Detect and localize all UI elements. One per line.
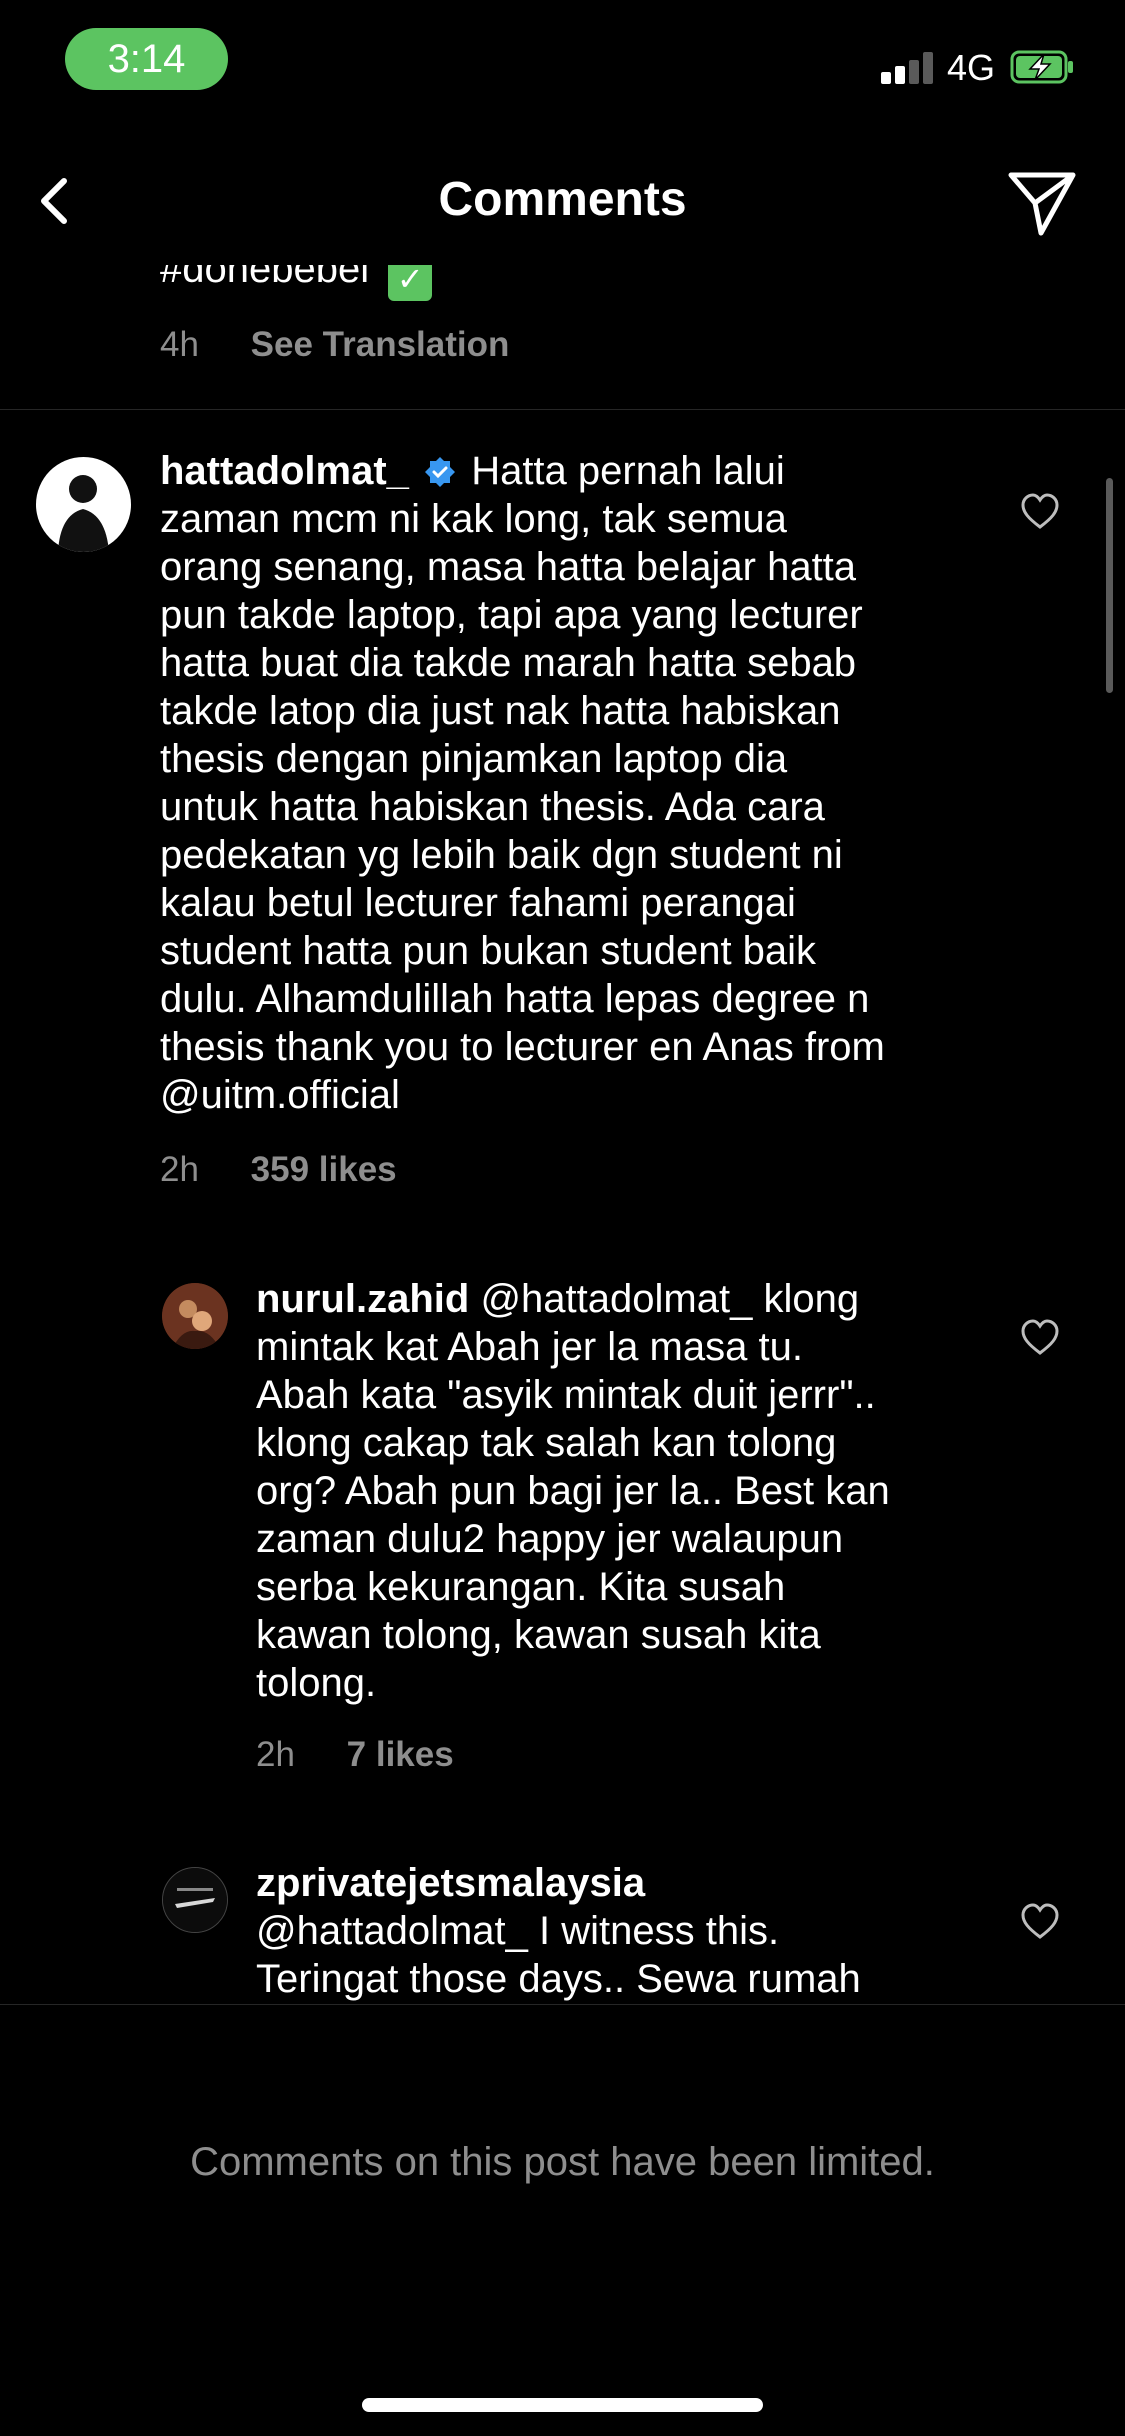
heart-icon[interactable]	[1020, 1318, 1060, 1358]
comment-line: mintak kat Abah jer la masa tu.	[256, 1325, 803, 1369]
signal-bars-icon	[881, 52, 933, 84]
comment-line: org? Abah pun bagi jer la.. Best kan	[256, 1469, 890, 1513]
likes-count[interactable]: 359 likes	[251, 1150, 397, 1189]
comment-line: hattadolmat_ Hatta pernah lalui	[160, 449, 785, 493]
comment-line: hatta buat dia takde marah hatta sebab	[160, 641, 857, 685]
comment-time: 2h	[160, 1150, 199, 1189]
likes-count[interactable]: 7 likes	[347, 1735, 454, 1774]
paper-plane-icon[interactable]	[1005, 165, 1080, 240]
comment-line: kalau betul lecturer fahami perangai	[160, 881, 796, 925]
comment-body: zprivatejetsmalaysia @hattadolmat_ I wit…	[256, 1859, 976, 2003]
comments-limited-notice: Comments on this post have been limited.	[190, 2140, 935, 2184]
comment-line: nurul.zahid @hattadolmat_ klong	[256, 1277, 860, 1321]
comment-username[interactable]: nurul.zahid	[256, 1277, 469, 1321]
network-label: 4G	[947, 47, 996, 88]
see-translation-link[interactable]: See Translation	[251, 325, 510, 364]
previous-comment-meta: 4h See Translation	[160, 325, 551, 365]
avatar[interactable]	[36, 457, 131, 552]
comment-line: zaman dulu2 happy jer walaupun	[256, 1517, 844, 1561]
comment-meta: 2h 359 likes	[160, 1150, 439, 1190]
footer-divider	[0, 2004, 1125, 2005]
comment-body: hattadolmat_ Hatta pernah lalui zaman mc…	[160, 447, 975, 1119]
comment-username[interactable]: zprivatejetsmalaysia	[256, 1859, 976, 1907]
comment-username[interactable]: hattadolmat_	[160, 449, 409, 493]
comment-line: orang senang, masa hatta belajar hatta	[160, 545, 857, 589]
comment-line: tolong.	[256, 1661, 377, 1705]
page-title: Comments	[438, 173, 687, 226]
comment-line: Abah kata "asyik mintak duit jerrr"..	[256, 1373, 876, 1417]
comment-line: zaman mcm ni kak long, tak semua	[160, 497, 787, 541]
heart-icon[interactable]	[1020, 1902, 1060, 1942]
comment-body: nurul.zahid @hattadolmat_ klong mintak k…	[256, 1275, 976, 1707]
comment-line: thesis dengan pinjamkan laptop dia	[160, 737, 788, 781]
comment-meta: 2h 7 likes	[256, 1735, 496, 1775]
avatar[interactable]	[162, 1283, 228, 1349]
comment-line: pedekatan yg lebih baik dgn student ni	[160, 833, 843, 877]
comment-time: 4h	[160, 325, 199, 364]
comment-line: Teringat those days.. Sewa rumah	[256, 1957, 861, 2001]
heart-icon[interactable]	[1020, 492, 1060, 532]
status-time: 3:14	[65, 28, 228, 90]
battery-charging-icon	[1010, 50, 1073, 84]
comment-line: klong cakap tak salah kan tolong	[256, 1421, 837, 1465]
comment-line: untuk hatta habiskan thesis. Ada cara	[160, 785, 825, 829]
comment-line: dulu. Alhamdulillah hatta lepas degree n	[160, 977, 870, 1021]
comment-divider	[0, 409, 1125, 410]
comment-line: thesis thank you to lecturer en Anas fro…	[160, 1025, 885, 1069]
comment-time: 2h	[256, 1735, 295, 1774]
comment-line: takde latop dia just nak hatta habiskan	[160, 689, 841, 733]
comment-line: student hatta pun bukan student baik	[160, 929, 817, 973]
comment-line: kawan tolong, kawan susah kita	[256, 1613, 821, 1657]
comment-line: pun takde laptop, tapi apa yang lecturer	[160, 593, 863, 637]
comments-list[interactable]: #donebebel ✓ 4h See Translation hattadol…	[0, 265, 1125, 2004]
scrollbar[interactable]	[1106, 478, 1113, 693]
check-mark-emoji: ✓	[388, 265, 433, 301]
comment-line: @uitm.official	[160, 1073, 400, 1117]
verified-badge-icon	[424, 451, 456, 487]
comment-line: @hattadolmat_ I witness this.	[256, 1909, 780, 1953]
avatar[interactable]	[162, 1867, 228, 1933]
home-indicator[interactable]	[362, 2398, 763, 2412]
previous-comment-fragment: #donebebel ✓	[160, 265, 433, 301]
comment-line: serba kekurangan. Kita susah	[256, 1565, 786, 1609]
